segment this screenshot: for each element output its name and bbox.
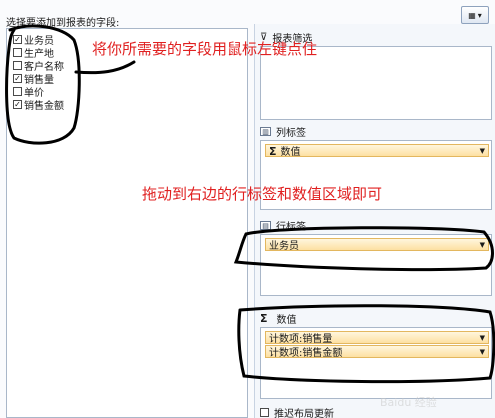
chevron-down-icon: ▾ [477, 10, 482, 20]
field-list-box: ✓ 业务员 生产地 客户名称 ✓ 销售量 单价 ✓ 销售金额 [6, 28, 248, 418]
field-checkbox[interactable]: ✓ [13, 100, 22, 109]
values-header: Σ 数值 [260, 311, 297, 326]
field-item-sales-amount[interactable]: ✓ 销售金额 [13, 98, 64, 112]
column-labels-icon: ▥ [260, 127, 271, 136]
zone-item-label: 数值 [280, 147, 301, 158]
dropdown-arrow-icon[interactable]: ▼ [480, 147, 485, 155]
sigma-icon: Σ [260, 312, 268, 325]
row-labels-header: ▤ 行标签 [260, 218, 306, 233]
values-title: 数值 [276, 315, 297, 326]
field-label: 销售金额 [24, 101, 64, 112]
watermark: Baidu 经验 [380, 396, 437, 409]
field-checkbox[interactable] [13, 48, 22, 57]
field-checkbox[interactable]: ✓ [13, 74, 22, 83]
column-labels-title: 列标签 [276, 128, 306, 139]
pivot-table-field-list: 选择要添加到报表的字段: ✓ 业务员 生产地 客户名称 ✓ 销售量 单价 ✓ 销… [0, 0, 495, 418]
row-labels-icon: ▤ [260, 221, 271, 230]
fields-caption: 选择要添加到报表的字段: [6, 18, 120, 29]
row-labels-title: 行标签 [276, 222, 306, 233]
zone-item-values[interactable]: Σ 数值 ▼ [265, 144, 489, 158]
zone-item-label: 计数项:销售量 [269, 334, 333, 345]
field-checkbox[interactable] [13, 61, 22, 70]
defer-update-label: 推迟布局更新 [274, 409, 334, 418]
annotation-drag-hint: 拖动到右边的行标签和数值区域即可 [142, 185, 383, 203]
zone-item-salesperson[interactable]: 业务员 ▼ [265, 238, 489, 252]
field-checkbox[interactable]: ✓ [13, 35, 22, 44]
defer-update-checkbox[interactable] [260, 408, 269, 417]
sigma-icon: Σ [269, 145, 277, 158]
row-labels-zone[interactable]: 业务员 ▼ [260, 234, 492, 296]
annotation-select-hint: 将你所需要的字段用鼠标左键点住 [92, 40, 318, 58]
dropdown-arrow-icon[interactable]: ▼ [480, 348, 485, 356]
field-checkbox[interactable] [13, 87, 22, 96]
layout-button[interactable]: ▦ ▾ [461, 6, 489, 24]
defer-layout-update[interactable]: 推迟布局更新 [260, 405, 334, 418]
column-labels-header: ▥ 列标签 [260, 124, 306, 139]
dropdown-arrow-icon[interactable]: ▼ [480, 334, 485, 342]
values-zone[interactable]: 计数项:销售量 ▼ 计数项:销售金额 ▼ [260, 327, 492, 399]
layout-button-icon: ▦ [468, 10, 476, 20]
zone-item-label: 计数项:销售金额 [269, 348, 343, 359]
zone-item-count-sales-amount[interactable]: 计数项:销售金额 ▼ [265, 345, 489, 359]
dropdown-arrow-icon[interactable]: ▼ [480, 241, 485, 249]
zone-item-label: 业务员 [269, 241, 299, 252]
zone-item-count-sales-volume[interactable]: 计数项:销售量 ▼ [265, 331, 489, 345]
